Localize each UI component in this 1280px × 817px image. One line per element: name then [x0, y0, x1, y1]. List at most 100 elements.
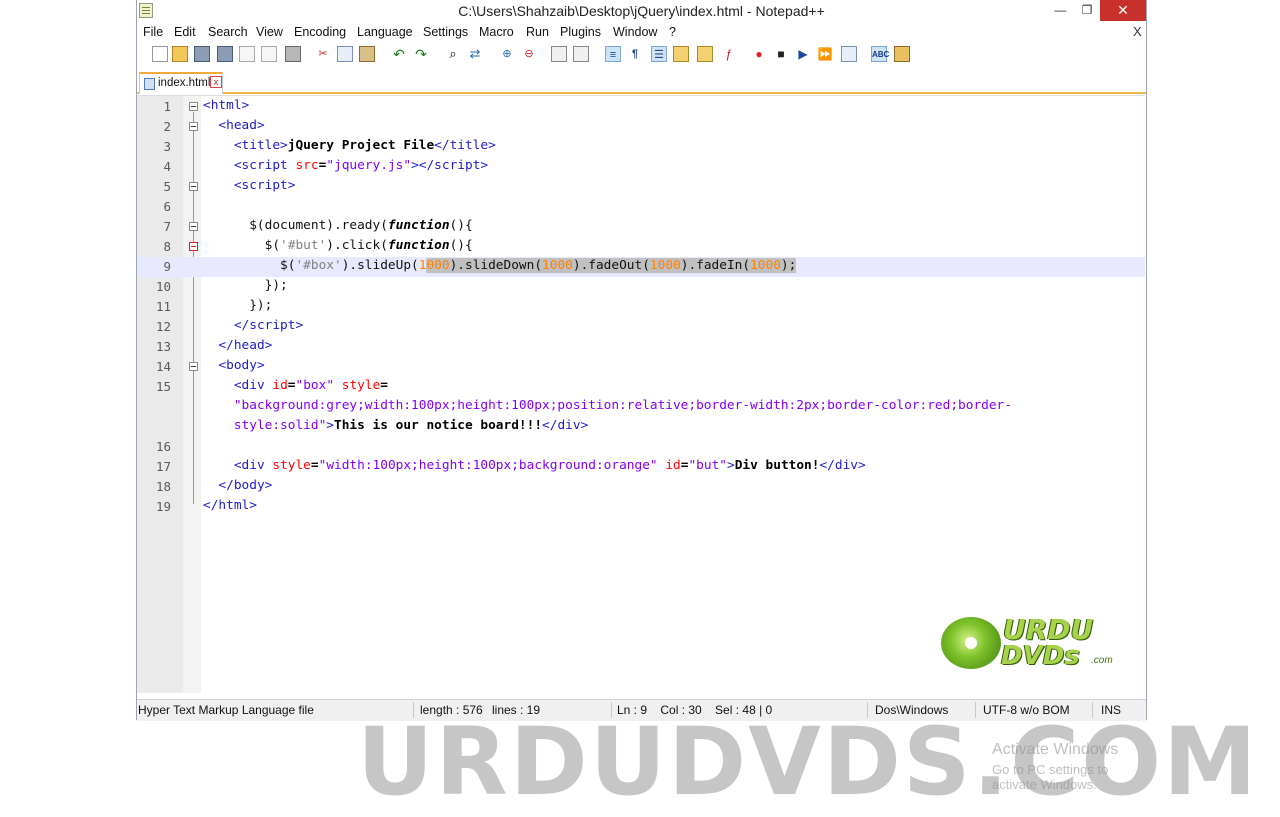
word-wrap-icon[interactable]: ≡	[605, 46, 621, 62]
sync-horizontal-icon[interactable]	[573, 46, 589, 62]
cut-icon[interactable]: ✂	[315, 46, 331, 62]
code-line[interactable]: 1 <html>	[137, 97, 1145, 117]
paste-icon[interactable]	[359, 46, 375, 62]
line-number: 4	[163, 159, 171, 174]
code-text: $('#box').slideUp(1000).slideDown(1000).…	[203, 258, 797, 273]
redo-icon[interactable]: ↷	[413, 46, 429, 62]
record-macro-icon[interactable]: ●	[751, 46, 767, 62]
fold-toggle[interactable]	[189, 362, 198, 371]
menu-plugins[interactable]: Plugins	[560, 25, 601, 39]
fold-toggle[interactable]	[189, 242, 198, 251]
save-macro-icon[interactable]	[841, 46, 857, 62]
code-line-wrapped[interactable]: "background:grey;width:100px;height:100p…	[137, 397, 1145, 417]
code-line[interactable]: 11 });	[137, 297, 1145, 317]
fold-toggle[interactable]	[189, 122, 198, 131]
line-number: 17	[155, 459, 171, 474]
code-line[interactable]: 2 <head>	[137, 117, 1145, 137]
menu-search[interactable]: Search	[208, 25, 248, 39]
run-macro-multiple-icon[interactable]: ⏩	[817, 46, 833, 62]
code-text: <title>jQuery Project File</title>	[233, 138, 496, 153]
status-encoding[interactable]: UTF-8 w/o BOM	[983, 703, 1070, 717]
code-text: <div id="box" style=	[233, 378, 388, 393]
code-line-current[interactable]: 9 $('#box').slideUp(1000).slideDown(1000…	[137, 257, 1145, 277]
status-file-type: Hyper Text Markup Language file	[138, 703, 314, 717]
code-line[interactable]: 14 <body>	[137, 357, 1145, 377]
zoom-out-icon[interactable]: ⊖	[521, 46, 537, 62]
doc-map-icon[interactable]	[697, 46, 713, 62]
code-line[interactable]: 17 <div style="width:100px;height:100px;…	[137, 457, 1145, 477]
html-file-icon	[144, 78, 155, 90]
replace-icon[interactable]: ⇄	[467, 46, 483, 62]
minimize-button[interactable]: —	[1048, 0, 1073, 21]
fold-toggle[interactable]	[189, 182, 198, 191]
notepadpp-window: C:\Users\Shahzaib\Desktop\jQuery\index.h…	[136, 0, 1257, 817]
menu-edit[interactable]: Edit	[174, 25, 196, 39]
code-line[interactable]: 3 <title>jQuery Project File</title>	[137, 137, 1145, 157]
menu-encoding[interactable]: Encoding	[294, 25, 346, 39]
play-macro-icon[interactable]: ▶	[795, 46, 811, 62]
code-editor[interactable]: 1 <html> 2 <head> 3 <title>jQuery Project…	[137, 95, 1257, 817]
code-line[interactable]: 10 });	[137, 277, 1145, 297]
plugin-icon[interactable]	[894, 46, 910, 62]
tab-index-html[interactable]: index.html x	[139, 72, 223, 94]
udl-icon[interactable]	[673, 46, 689, 62]
menu-file[interactable]: File	[143, 25, 163, 39]
line-number: 15	[155, 379, 171, 394]
activate-subtitle: Go to PC settings to activate Windows.	[992, 762, 1109, 792]
fold-toggle[interactable]	[189, 102, 198, 111]
find-icon[interactable]: ⌕	[445, 46, 461, 62]
code-line[interactable]: 6	[137, 197, 1145, 217]
menu-run[interactable]: Run	[526, 25, 549, 39]
zoom-in-icon[interactable]: ⊕	[499, 46, 515, 62]
line-number: 8	[163, 239, 171, 254]
code-line[interactable]: 5 <script>	[137, 177, 1145, 197]
undo-icon[interactable]: ↶	[391, 46, 407, 62]
sync-vertical-icon[interactable]	[551, 46, 567, 62]
print-icon[interactable]	[285, 46, 301, 62]
fold-toggle[interactable]	[189, 222, 198, 231]
code-line[interactable]: 15 <div id="box" style=	[137, 377, 1145, 397]
line-number: 10	[155, 279, 171, 294]
title-bar[interactable]: C:\Users\Shahzaib\Desktop\jQuery\index.h…	[137, 0, 1146, 22]
tab-label: index.html	[158, 77, 211, 89]
close-icon[interactable]	[239, 46, 255, 62]
save-all-icon[interactable]	[217, 46, 233, 62]
menu-macro[interactable]: Macro	[479, 25, 514, 39]
status-eol[interactable]: Dos\Windows	[875, 703, 948, 717]
open-file-icon[interactable]	[172, 46, 188, 62]
menu-language[interactable]: Language	[357, 25, 413, 39]
close-all-icon[interactable]	[261, 46, 277, 62]
code-line[interactable]: 16	[137, 437, 1145, 457]
line-number: 6	[163, 199, 171, 214]
status-insert-mode[interactable]: INS	[1101, 703, 1121, 717]
menu-settings[interactable]: Settings	[423, 25, 468, 39]
menu-view[interactable]: View	[256, 25, 283, 39]
function-list-icon[interactable]: ƒ	[721, 46, 737, 62]
restore-button[interactable]: ❐	[1074, 0, 1100, 21]
close-window-button[interactable]: ✕	[1100, 0, 1146, 21]
status-divider	[413, 702, 414, 718]
close-document-button[interactable]: X	[1133, 24, 1142, 39]
code-line[interactable]: 12 </script>	[137, 317, 1145, 337]
indent-guide-icon[interactable]: ☰	[651, 46, 667, 62]
save-icon[interactable]	[194, 46, 210, 62]
code-text: </head>	[218, 338, 273, 353]
new-file-icon[interactable]	[152, 46, 168, 62]
menu-window[interactable]: Window	[613, 25, 657, 39]
show-all-chars-icon[interactable]: ¶	[627, 46, 643, 62]
code-line[interactable]: 4 <script src="jquery.js"></script>	[137, 157, 1145, 177]
tab-close-button[interactable]: x	[210, 76, 222, 88]
code-text: "background:grey;width:100px;height:100p…	[233, 398, 1012, 413]
code-line[interactable]: 8 $('#but').click(function(){	[137, 237, 1145, 257]
copy-icon[interactable]	[337, 46, 353, 62]
code-line[interactable]: 18 </body>	[137, 477, 1145, 497]
line-number: 2	[163, 119, 171, 134]
menu-help[interactable]: ?	[669, 25, 676, 39]
code-line[interactable]: 13 </head>	[137, 337, 1145, 357]
stop-record-icon[interactable]: ■	[773, 46, 789, 62]
code-line[interactable]: 19 </html>	[137, 497, 1145, 517]
code-line[interactable]: 7 $(document).ready(function(){	[137, 217, 1145, 237]
status-divider	[975, 702, 976, 718]
spell-check-icon[interactable]: ABC	[871, 46, 889, 62]
code-line-wrapped[interactable]: style:solid">This is our notice board!!!…	[137, 417, 1145, 437]
